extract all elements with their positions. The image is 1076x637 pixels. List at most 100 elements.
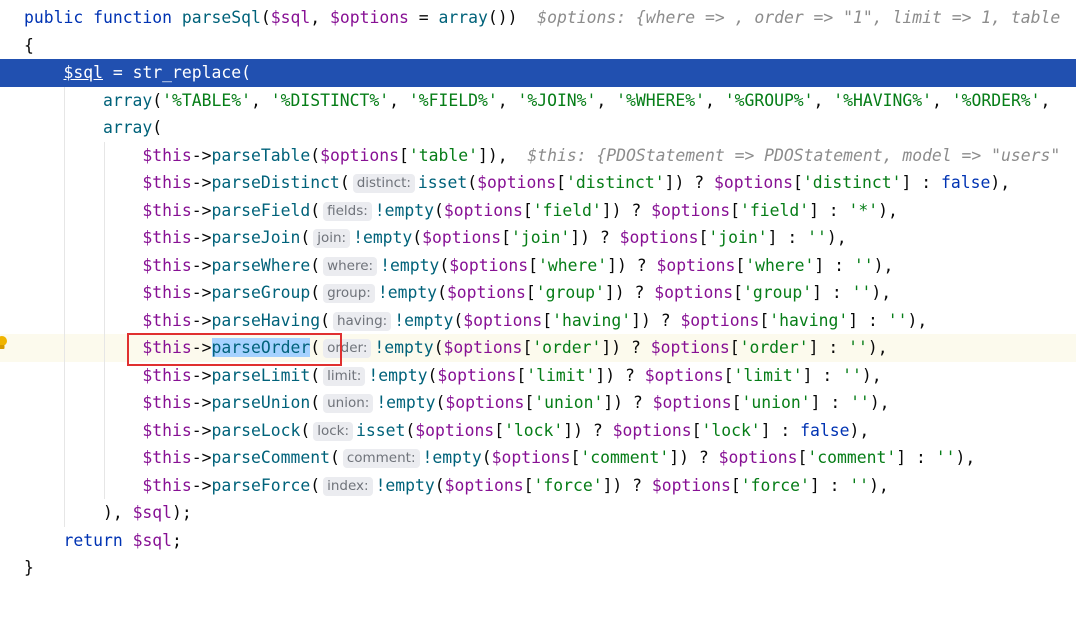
code-line-call[interactable]: $this->parseLimit(limit: !empty($options[… [0,361,1076,389]
param-sql: $sql [270,8,311,27]
ternary-colon: : [906,448,936,467]
code-line-call[interactable]: $this->parseWhere(where: !empty($options[… [0,251,1076,279]
code-line-call[interactable]: $this->parseOrder(order: !empty($options[… [0,334,1076,362]
array-call: array [102,118,153,137]
method-name[interactable]: parseDistinct [212,173,340,192]
array-key: 'join' [511,228,571,247]
code-line-call[interactable]: $this->parseJoin(join: !empty($options['j… [0,224,1076,252]
bracket: [ [501,228,511,247]
this-var: $this [142,255,192,275]
method-name[interactable]: parseJoin [212,228,301,247]
paren: ( [467,173,478,192]
code-line-placeholder-array[interactable]: array('%TABLE%', '%DISTINCT%', '%FIELD%'… [0,86,1076,114]
ternary-q: ? [621,200,652,220]
ternary-colon: : [820,393,851,412]
arrow: -> [191,145,212,165]
options-var: $options [650,338,730,357]
check-call: !empty [394,310,454,330]
array-key: 'force' [533,475,603,495]
code-line-call[interactable]: $this->parseForce(index: !empty($options[… [0,471,1076,499]
bracket: [ [730,475,741,495]
parameter-hint: limit: [323,366,366,386]
code-line-call[interactable]: $this->parseField(fields: !empty($options… [0,196,1076,224]
paren: ( [310,338,321,357]
ternary-q: ? [650,310,681,330]
code-line-close-brace[interactable]: } [0,554,1076,582]
paren: ( [427,365,438,385]
ternary-colon: : [770,420,801,440]
method-name[interactable]: parseUnion [212,393,311,412]
paren: ( [152,90,163,110]
code-line-closing[interactable]: ), $sql); [0,499,1076,527]
options-var: $options [477,173,557,192]
options-var: $options [443,200,523,220]
ternary-colon: : [819,475,850,495]
array-key: 'table' [408,145,478,165]
ternary-colon: : [911,173,941,192]
code-line-call[interactable]: $this->parseGroup(group: !empty($options[… [0,279,1076,307]
keyword-public: public [24,8,84,27]
array-key: 'lock' [504,420,564,440]
parameter-hint: distinct: [352,174,415,193]
var-sql: $sql [132,503,173,522]
code-line-signature[interactable]: public function parseSql($sql, $options … [0,4,1076,32]
fallback-value: '' [807,228,827,247]
sep: , [704,90,725,110]
function-name[interactable]: parseSql [182,8,261,27]
statement-end: ), [873,255,894,275]
code-line-call[interactable]: $this->parseComment(comment: !empty($opti… [0,444,1076,472]
code-line-assign-selected[interactable]: $sql = str_replace( [0,59,1076,87]
options-var: $options [463,310,543,330]
code-line-parse-table[interactable]: $this->parseTable($options['table']), $t… [0,141,1076,169]
options-var: $options [444,475,524,495]
bracket-close: ]) [563,420,584,440]
method-name[interactable]: parseField [212,201,311,220]
fallback-value: '' [848,338,868,357]
debug-value-hint: $options: {where => , order => "1", limi… [537,8,1061,27]
method-name[interactable]: parseForce [212,476,311,495]
paren: ( [241,63,252,82]
method-name[interactable]: parseHaving [212,311,321,330]
statement-end: ); [172,503,192,522]
method-name[interactable]: parseLimit [212,366,311,385]
code-editor[interactable]: public function parseSql($sql, $options … [0,4,1076,582]
comma: , [310,8,330,27]
parameter-hint: group: [323,284,375,303]
code-line-call[interactable]: $this->parseLock(lock: isset($options['lo… [0,416,1076,444]
bracket-close: ]) [664,173,685,192]
array-call: array [438,8,488,27]
fallback-value: false [800,420,850,440]
placeholder-item: '%JOIN%' [517,90,597,110]
options-var: $options [654,283,734,302]
fallback-value: '' [850,393,870,412]
fallback-value: '' [935,448,956,467]
ternary-q: ? [688,448,719,467]
method-name[interactable]: parseWhere [212,256,311,275]
bracket: [ [691,420,702,440]
method-name[interactable]: parseOrder [211,338,311,357]
check-call: !empty [375,475,435,495]
statement-end: ; [172,530,182,550]
paren: ( [300,228,311,247]
code-line-return[interactable]: return $sql; [0,527,1076,555]
paren: ( [310,365,321,385]
code-line-call[interactable]: $this->parseHaving(having: !empty($option… [0,306,1076,334]
code-line-call[interactable]: $this->parseDistinct(distinct: isset($opt… [0,169,1076,197]
this-var: $this [142,310,192,330]
code-line-call[interactable]: $this->parseUnion(union: !empty($options[… [0,389,1076,417]
bracket-close: ]) [669,448,689,467]
method-name[interactable]: parseTable [212,146,311,165]
method-name[interactable]: parseLock [212,421,301,440]
bracket-close: ]) [601,200,622,220]
lightbulb-icon[interactable] [0,335,8,351]
paren: ( [412,228,423,247]
paren: ( [310,200,321,220]
paren: ( [405,420,416,440]
code-line-open-brace[interactable]: { [0,32,1076,60]
method-name[interactable]: parseComment [212,448,330,467]
this-var: $this [142,173,192,192]
method-name[interactable]: parseGroup [212,283,311,302]
this-var: $this [142,338,192,357]
code-line-array-open[interactable]: array( [0,114,1076,142]
statement-end: ), [869,475,889,495]
